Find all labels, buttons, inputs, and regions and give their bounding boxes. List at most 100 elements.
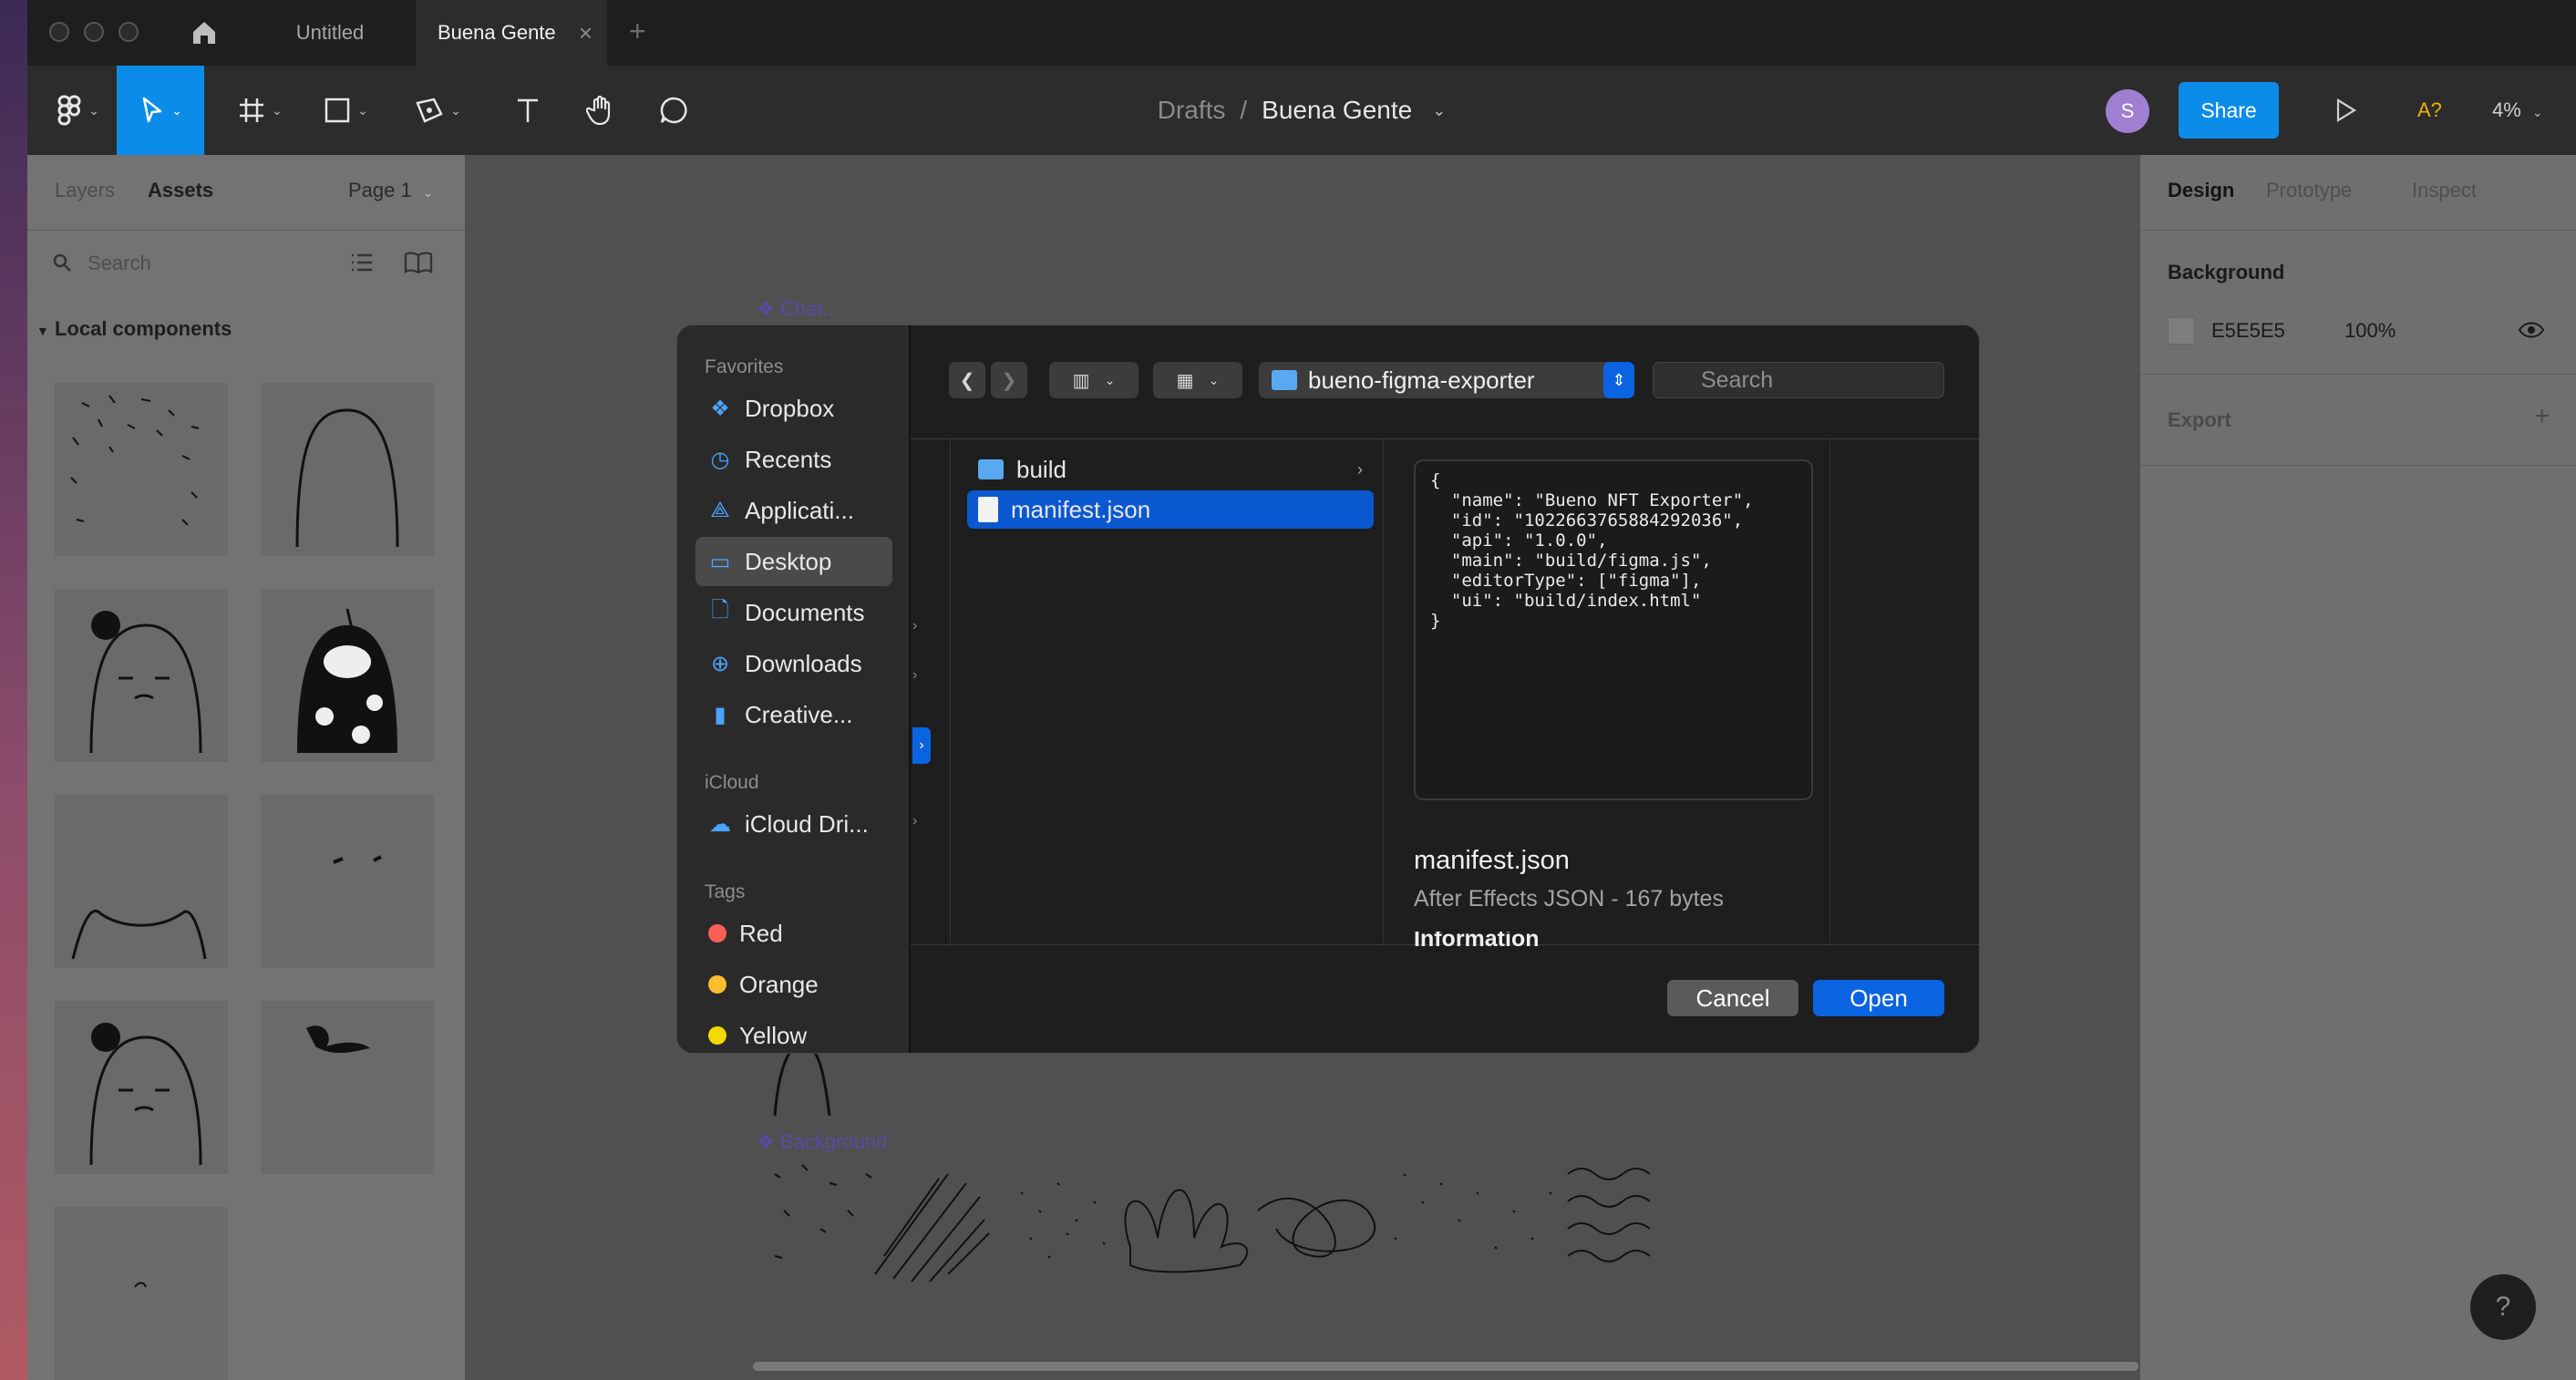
preview-file-name: manifest.json	[1414, 846, 1570, 875]
tab-untitled[interactable]: Untitled	[248, 0, 412, 66]
component-thumbnail[interactable]	[55, 383, 228, 556]
frame-label-char[interactable]: ❖ Char...	[757, 297, 840, 321]
chevron-down-icon: ⌄	[422, 185, 434, 200]
location-popup[interactable]: bueno-figma-exporter ⇕	[1259, 362, 1634, 398]
background-hex-input[interactable]: E5E5E5	[2211, 319, 2285, 343]
search-icon	[51, 252, 73, 278]
component-thumbnail[interactable]	[261, 1001, 434, 1174]
open-button[interactable]: Open	[1813, 980, 1944, 1016]
eye-icon[interactable]	[2518, 319, 2545, 345]
sidebar-item-label: Creative...	[745, 700, 853, 728]
sidebar-item-label: Red	[739, 919, 783, 947]
dialog-search-input[interactable]: Search	[1653, 362, 1944, 398]
help-button[interactable]: ?	[2470, 1274, 2536, 1340]
avatar[interactable]: S	[2106, 89, 2149, 133]
zoom-level[interactable]: 4% ⌄	[2492, 98, 2543, 122]
frame-label-background[interactable]: ❖ Background	[757, 1130, 887, 1154]
component-thumbnail[interactable]	[261, 795, 434, 968]
back-button[interactable]: ❮	[949, 362, 985, 398]
tab-layers[interactable]: Layers	[55, 179, 115, 202]
selected-parent-item[interactable]: ›	[912, 727, 931, 764]
favorites-heading: Favorites	[705, 356, 784, 377]
tab-design[interactable]: Design	[2168, 179, 2234, 202]
component-thumbnail[interactable]	[261, 589, 434, 762]
close-icon[interactable]: ×	[579, 0, 592, 66]
view-mode-selector[interactable]: ▥ ⌄	[1049, 362, 1139, 398]
chevron-right-icon: ›	[1357, 459, 1363, 479]
horizontal-scrollbar[interactable]	[753, 1362, 2138, 1371]
breadcrumb-drafts[interactable]: Drafts	[1158, 96, 1226, 125]
file-name: build	[1016, 455, 1066, 483]
background-opacity-input[interactable]: 100%	[2344, 319, 2396, 343]
page-selector[interactable]: Page 1 ⌄	[348, 179, 434, 202]
component-thumbnail[interactable]	[261, 383, 434, 556]
file-row-build[interactable]: build ›	[967, 450, 1374, 489]
divider	[2140, 374, 2576, 375]
screen: Untitled Buena Gente × + ⌄ ⌄ ⌄ ⌄ ⌄ Draft…	[0, 0, 2576, 1380]
component-thumbnail[interactable]	[55, 1001, 228, 1174]
sidebar-item-documents[interactable]: 🗋 Documents	[696, 588, 892, 637]
stars-illustration	[70, 395, 200, 526]
cancel-button[interactable]: Cancel	[1667, 980, 1798, 1016]
add-export-button[interactable]: +	[2534, 401, 2550, 432]
component-icon: ❖	[757, 297, 775, 320]
frame-label: Char...	[779, 297, 840, 320]
sidebar-tag-yellow[interactable]: Yellow	[696, 1011, 892, 1053]
sidebar-item-downloads[interactable]: ⊕ Downloads	[696, 639, 892, 688]
tab-label: Buena Gente	[438, 21, 556, 44]
sidebar-item-label: Desktop	[745, 547, 832, 575]
caret-down-icon: ▼	[36, 324, 49, 338]
background-patterns	[774, 1164, 1651, 1282]
title-bar: Untitled Buena Gente × +	[27, 0, 2576, 66]
component-thumbnail[interactable]	[55, 589, 228, 762]
new-tab-button[interactable]: +	[629, 15, 646, 48]
close-window-button[interactable]	[49, 22, 69, 42]
zoom-value: 4%	[2492, 98, 2521, 121]
sidebar-item-label: Recents	[745, 445, 832, 473]
sidebar-item-creative[interactable]: ▮ Creative...	[696, 690, 892, 739]
file-row-manifest[interactable]: manifest.json	[967, 490, 1374, 529]
sidebar-tag-red[interactable]: Red	[696, 909, 892, 958]
play-icon[interactable]	[2332, 97, 2359, 129]
component-thumbnail[interactable]	[55, 1207, 228, 1380]
file-name[interactable]: Buena Gente	[1262, 96, 1412, 125]
local-components-heading[interactable]: ▼ Local components	[36, 317, 232, 341]
chevron-down-icon[interactable]: ⌄	[1432, 101, 1446, 120]
tab-inspect[interactable]: Inspect	[2412, 179, 2477, 202]
sidebar-item-applications[interactable]: ⟁ Applicati...	[696, 486, 892, 535]
sidebar-item-label: Documents	[745, 598, 865, 626]
updown-chevron-icon: ⇕	[1603, 362, 1634, 398]
column-divider[interactable]	[1383, 439, 1384, 946]
sidebar-item-recents[interactable]: ◷ Recents	[696, 435, 892, 484]
chevron-right-icon: ›	[912, 618, 918, 633]
column-divider[interactable]	[1829, 439, 1830, 946]
color-swatch[interactable]	[2168, 317, 2195, 345]
assets-search-input[interactable]: Search	[88, 252, 151, 275]
sidebar-item-icloud-drive[interactable]: ☁ iCloud Dri...	[696, 799, 892, 849]
library-icon[interactable]	[403, 250, 434, 280]
sidebar-item-desktop[interactable]: ▭ Desktop	[696, 537, 892, 586]
tab-buena-gente[interactable]: Buena Gente ×	[416, 0, 607, 66]
group-by-selector[interactable]: ▦ ⌄	[1153, 362, 1242, 398]
sidebar-tag-orange[interactable]: Orange	[696, 960, 892, 1009]
document-icon: 🗋	[711, 597, 729, 623]
accessibility-check-button[interactable]: A?	[2417, 98, 2442, 122]
tab-label: Untitled	[295, 21, 365, 44]
parent-column[interactable]: › › › ›	[911, 439, 951, 946]
component-thumbnail[interactable]	[55, 795, 228, 968]
divider	[2140, 230, 2576, 231]
home-icon[interactable]	[188, 16, 221, 49]
forward-button[interactable]: ❯	[991, 362, 1027, 398]
download-icon: ⊕	[710, 651, 730, 676]
zoom-window-button[interactable]	[118, 22, 139, 42]
minimize-window-button[interactable]	[84, 22, 104, 42]
sidebar-item-dropbox[interactable]: ❖ Dropbox	[696, 384, 892, 433]
divider	[2140, 465, 2576, 466]
share-button[interactable]: Share	[2179, 82, 2279, 139]
tab-assets[interactable]: Assets	[148, 179, 213, 202]
sidebar-item-label: Downloads	[745, 649, 862, 677]
list-view-icon[interactable]	[348, 250, 374, 280]
toolbar: ⌄ ⌄ ⌄ ⌄ ⌄ Drafts / Buena Gente ⌄ S Share…	[27, 66, 2576, 155]
location-label: bueno-figma-exporter	[1308, 366, 1535, 394]
tab-prototype[interactable]: Prototype	[2266, 179, 2352, 202]
